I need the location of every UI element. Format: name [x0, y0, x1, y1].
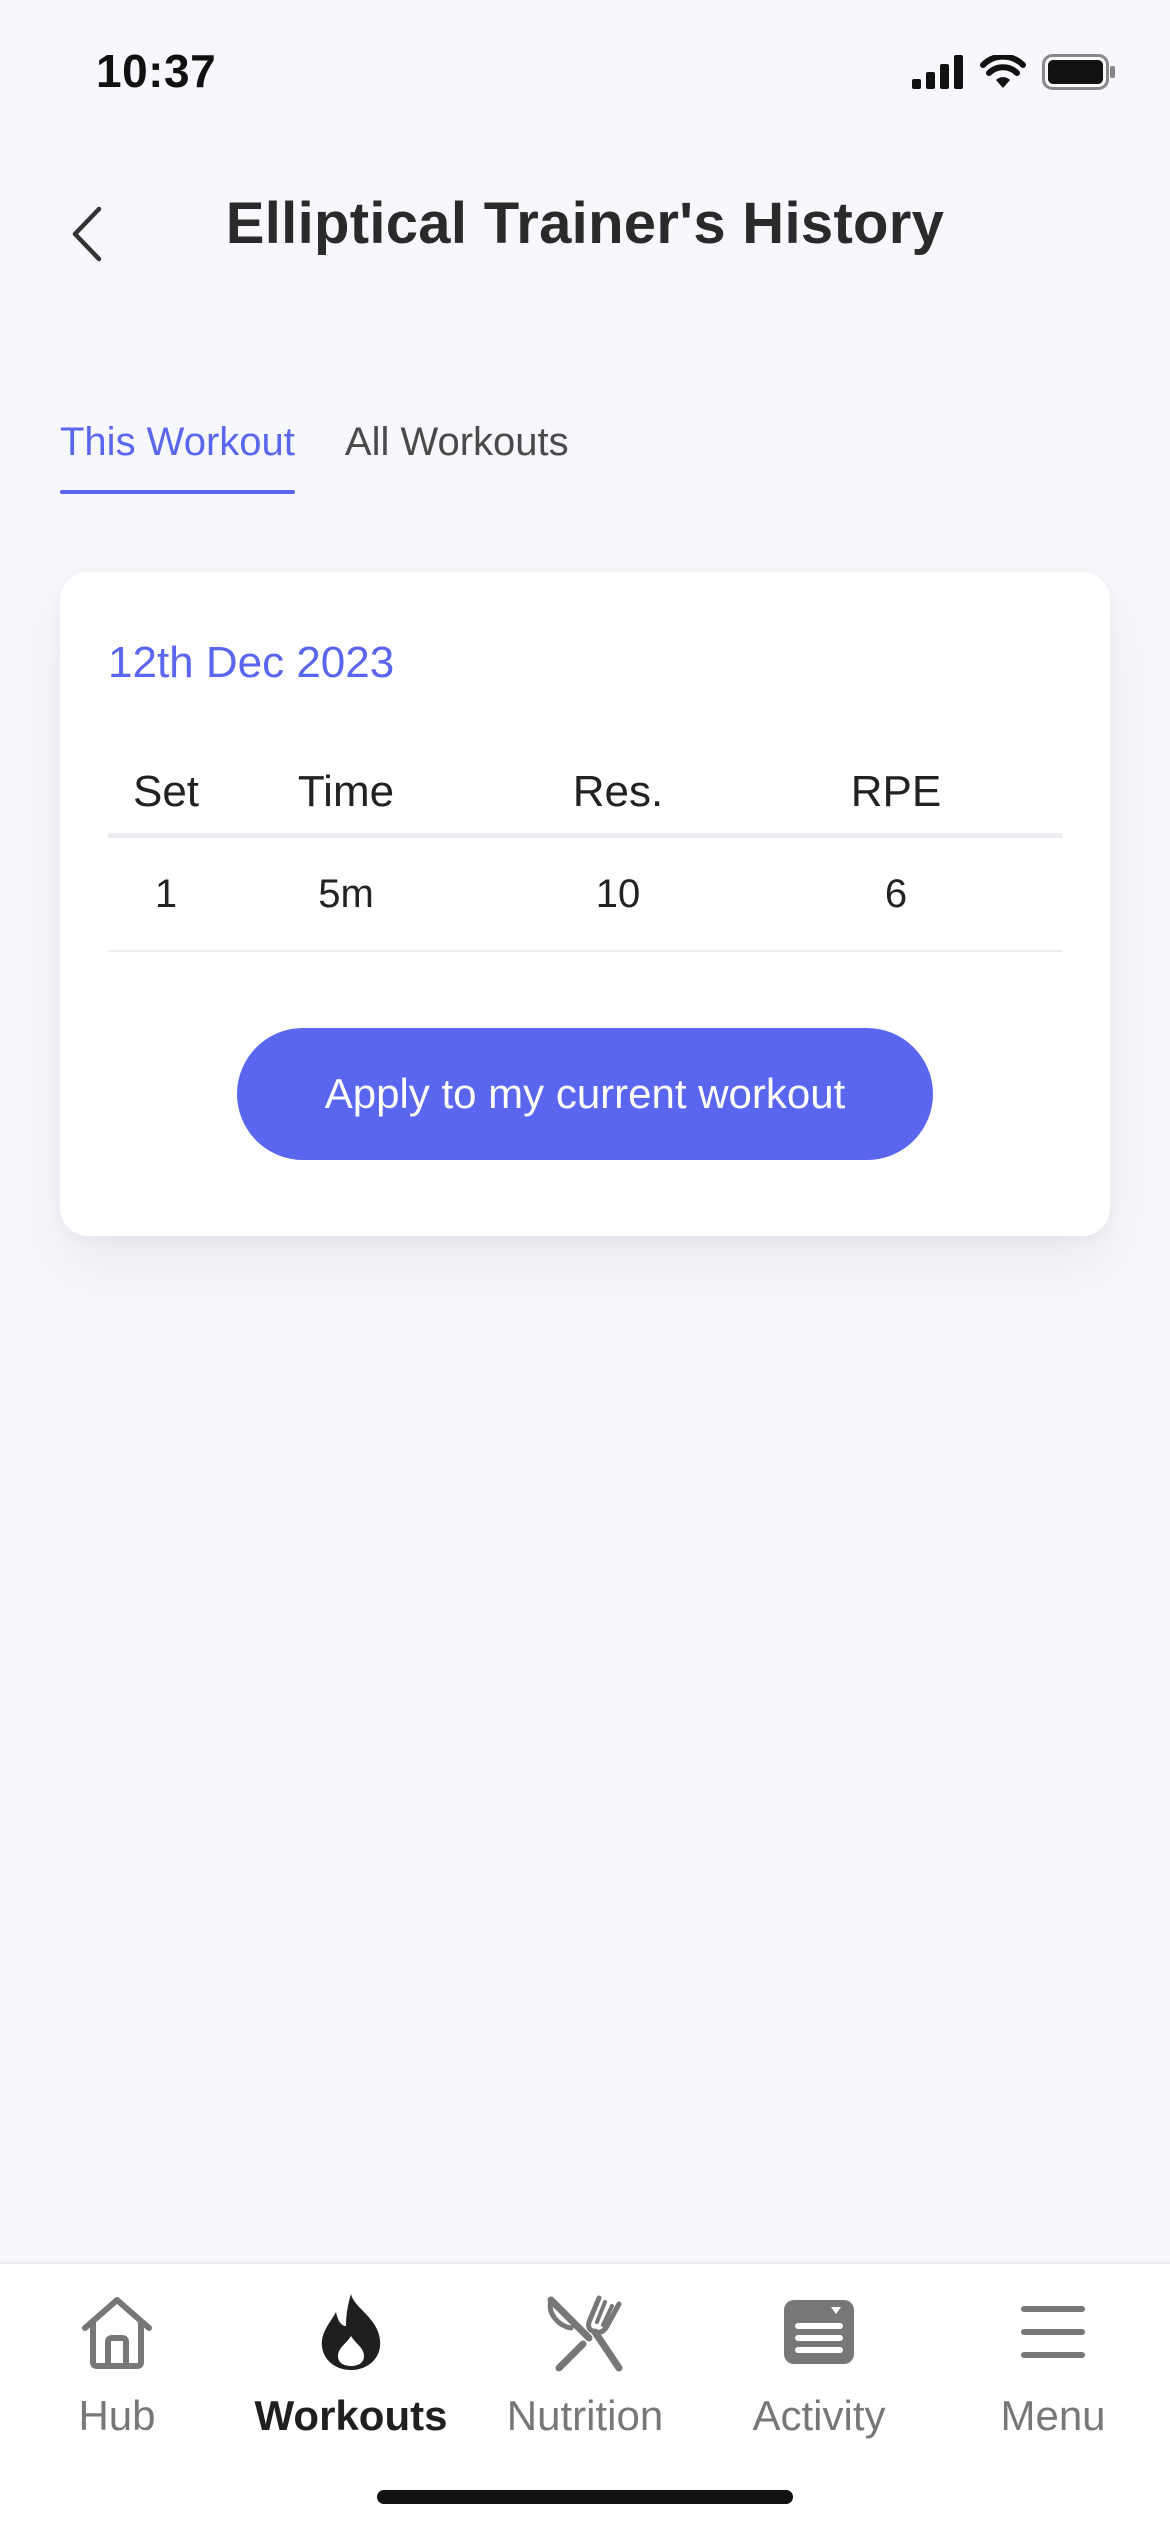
- nav-item-menu[interactable]: Menu: [936, 2264, 1170, 2464]
- tab-this-workout[interactable]: This Workout: [60, 410, 295, 494]
- cell-set: 1: [154, 871, 178, 916]
- home-indicator: [377, 2490, 793, 2504]
- column-header-rpe: RPE: [850, 767, 942, 816]
- nav-item-hub[interactable]: Hub: [0, 2264, 234, 2464]
- nav-label-nutrition: Nutrition: [506, 2392, 664, 2439]
- nav-label-activity: Activity: [752, 2392, 886, 2439]
- column-header-set: Set: [132, 767, 200, 816]
- workout-date: 12th Dec 2023: [108, 638, 395, 687]
- nav-item-nutrition[interactable]: Nutrition: [468, 2264, 702, 2464]
- column-header-time: Time: [297, 767, 395, 816]
- newspaper-icon: [779, 2292, 859, 2372]
- nav-label-menu: Menu: [1000, 2392, 1106, 2439]
- nav-label-workouts: Workouts: [254, 2392, 448, 2439]
- table-header: Set Time Res. RPE: [108, 752, 1062, 838]
- cell-resistance: 10: [595, 871, 641, 916]
- tab-bar: This Workout All Workouts: [60, 410, 569, 494]
- status-bar: 10:37: [0, 0, 1170, 150]
- apply-to-current-workout-button[interactable]: Apply to my current workout: [237, 1028, 933, 1160]
- cell-time: 5m: [318, 871, 374, 916]
- history-card: 12th Dec 2023 Set Time Res. RPE 1 5m 10 …: [60, 572, 1110, 1236]
- fork-knife-icon: [545, 2292, 625, 2372]
- status-time: 10:37: [96, 45, 217, 97]
- tab-all-workouts[interactable]: All Workouts: [345, 410, 569, 494]
- hamburger-menu-icon: [1013, 2292, 1093, 2372]
- cell-rpe: 6: [884, 871, 908, 916]
- flame-icon: [311, 2292, 391, 2372]
- battery-icon: [1042, 53, 1116, 95]
- page-title: Elliptical Trainer's History: [225, 191, 945, 256]
- cellular-signal-icon: [912, 54, 964, 94]
- nav-item-activity[interactable]: Activity: [702, 2264, 936, 2464]
- status-icons: [912, 52, 1116, 96]
- column-header-resistance: Res.: [572, 767, 664, 816]
- home-icon: [77, 2292, 157, 2372]
- wifi-icon: [980, 53, 1026, 94]
- screen: 10:37 Elliptical Trainer's History This …: [0, 0, 1170, 2532]
- table-row: 1 5m 10 6: [108, 838, 1062, 952]
- nav-label-hub: Hub: [78, 2392, 156, 2439]
- nav-item-workouts[interactable]: Workouts: [234, 2264, 468, 2464]
